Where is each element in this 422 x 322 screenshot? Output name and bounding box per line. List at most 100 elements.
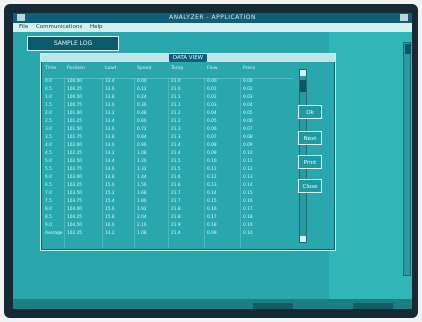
system-menu-icon[interactable] — [17, 14, 25, 21]
table-row[interactable]: 3.0 101.50 13.6 0.72 21.3 0.06 0.07 — [45, 126, 293, 134]
close-button[interactable]: Close — [298, 179, 322, 193]
table-row[interactable]: 6.0 103.00 14.8 1.44 21.6 0.12 0.13 — [45, 174, 293, 182]
table-cell: 0.01 — [207, 87, 217, 92]
table-cell: 13.4 — [105, 119, 115, 124]
table-row[interactable]: 2.5 101.25 13.4 0.60 21.2 0.05 0.06 — [45, 118, 293, 126]
table-cell: 2.04 — [137, 215, 147, 220]
table-cell: 0.10 — [207, 159, 217, 164]
table-cell: 16.0 — [105, 223, 115, 228]
table-cell: 0.02 — [243, 87, 253, 92]
table-cell: 1.0 — [45, 95, 52, 100]
menu-item-communications[interactable]: Communications — [36, 23, 82, 32]
table-row[interactable]: 9.0 104.50 16.0 2.16 21.9 0.18 0.19 — [45, 222, 293, 230]
table-cell: 6.5 — [45, 183, 52, 188]
column-header[interactable]: Flow — [207, 66, 218, 71]
table-cell: 0.08 — [243, 135, 253, 140]
table-row[interactable]: Average 102.25 14.2 1.08 21.4 0.09 0.10 — [45, 230, 293, 238]
table-row[interactable]: 8.5 104.25 15.8 2.04 21.8 0.17 0.18 — [45, 214, 293, 222]
table-row[interactable]: 4.0 102.00 14.0 0.96 21.4 0.08 0.09 — [45, 142, 293, 150]
table-cell: 0.84 — [137, 135, 147, 140]
table-row[interactable]: 6.5 103.25 15.0 1.56 21.6 0.13 0.14 — [45, 182, 293, 190]
table-row[interactable]: 4.5 102.25 14.2 1.08 21.4 0.09 0.10 — [45, 150, 293, 158]
table-cell: 12.4 — [105, 79, 115, 84]
table-cell: 21.4 — [171, 151, 181, 156]
table-cell: 100.50 — [67, 95, 83, 100]
table-cell: 1.08 — [137, 231, 147, 236]
table-cell: 1.56 — [137, 183, 147, 188]
print-button[interactable]: Print — [298, 155, 322, 169]
right-scrollbar[interactable] — [403, 42, 411, 276]
table-cell: 21.7 — [171, 191, 181, 196]
next-button[interactable]: Next — [298, 131, 322, 145]
subwindow-title: DATA VIEW — [168, 54, 208, 62]
column-header[interactable]: Position — [67, 66, 85, 71]
status-segment — [253, 303, 293, 309]
table-row[interactable]: 3.5 101.75 13.8 0.84 21.3 0.07 0.08 — [45, 134, 293, 142]
table-cell: 0.15 — [243, 191, 253, 196]
scroll-down-arrow-icon[interactable] — [300, 236, 306, 242]
table-cell: 7.5 — [45, 199, 52, 204]
table-cell: 15.0 — [105, 183, 115, 188]
table-cell: 0.03 — [207, 103, 217, 108]
window-titlebar: ANALYZER - APPLICATION — [13, 13, 412, 23]
scroll-up-arrow-icon[interactable] — [300, 70, 306, 76]
table-cell: 0.06 — [207, 127, 217, 132]
table-cell: 0.96 — [137, 143, 147, 148]
maximize-icon[interactable] — [400, 14, 408, 21]
table-cell: 7.0 — [45, 191, 52, 196]
table-cell: 0.08 — [207, 143, 217, 148]
table-row[interactable]: 5.5 102.75 14.6 1.32 21.5 0.11 0.12 — [45, 166, 293, 174]
table-row[interactable]: 0.0 100.00 12.4 0.00 21.0 0.00 0.00 — [45, 78, 293, 86]
table-cell: 104.00 — [67, 207, 83, 212]
column-header[interactable]: Speed — [137, 66, 151, 71]
table-cell: 104.50 — [67, 223, 83, 228]
table-cell: 100.25 — [67, 87, 83, 92]
table-cell: 13.8 — [105, 135, 115, 140]
table-cell: 0.05 — [243, 111, 253, 116]
table-cell: 0.19 — [243, 223, 253, 228]
column-header[interactable]: Time — [45, 66, 56, 71]
table-cell: 100.00 — [67, 79, 83, 84]
table-cell: 0.16 — [207, 207, 217, 212]
menu-item-file[interactable]: File — [19, 23, 28, 32]
table-cell: 21.5 — [171, 167, 181, 172]
column-header[interactable]: Load — [105, 66, 116, 71]
table-cell: 15.2 — [105, 191, 115, 196]
table-cell: 0.09 — [207, 151, 217, 156]
table-cell: 5.5 — [45, 167, 52, 172]
column-header[interactable]: Press — [243, 66, 255, 71]
table-cell: 0.10 — [243, 151, 253, 156]
table-cell: 14.2 — [105, 231, 115, 236]
table-cell: 21.8 — [171, 215, 181, 220]
table-cell: 8.0 — [45, 207, 52, 212]
table-cell: Average — [45, 231, 63, 236]
table-cell: 101.50 — [67, 127, 83, 132]
table-cell: 15.4 — [105, 199, 115, 204]
table-cell: 14.4 — [105, 159, 115, 164]
table-row[interactable]: 5.0 102.50 14.4 1.20 21.5 0.10 0.11 — [45, 158, 293, 166]
table-cell: 0.12 — [137, 87, 147, 92]
window-title: ANALYZER - APPLICATION — [169, 14, 256, 21]
table-cell: 102.25 — [67, 231, 83, 236]
table-cell: 102.25 — [67, 151, 83, 156]
right-panel — [329, 32, 412, 309]
table-cell: 13.0 — [105, 103, 115, 108]
table-cell: 14.6 — [105, 167, 115, 172]
table-cell: 2.16 — [137, 223, 147, 228]
column-header[interactable]: Temp — [171, 66, 183, 71]
ok-button[interactable]: Ok — [298, 105, 322, 119]
toolbar-label[interactable]: SAMPLE LOG — [27, 36, 119, 51]
table-cell: 21.1 — [171, 95, 181, 100]
table-row[interactable]: 2.0 101.00 13.2 0.48 21.2 0.04 0.05 — [45, 110, 293, 118]
table-cell: 8.5 — [45, 215, 52, 220]
table-row[interactable]: 0.5 100.25 12.6 0.12 21.0 0.01 0.02 — [45, 86, 293, 94]
table-scroll-thumb[interactable] — [300, 80, 306, 92]
table-cell: 21.4 — [171, 143, 181, 148]
table-row[interactable]: 1.5 100.75 13.0 0.36 21.1 0.03 0.04 — [45, 102, 293, 110]
table-row[interactable]: 8.0 104.00 15.6 1.92 21.8 0.16 0.17 — [45, 206, 293, 214]
table-row[interactable]: 7.0 103.50 15.2 1.68 21.7 0.14 0.15 — [45, 190, 293, 198]
right-scroll-thumb[interactable] — [405, 44, 411, 54]
table-row[interactable]: 7.5 103.75 15.4 1.80 21.7 0.15 0.16 — [45, 198, 293, 206]
table-row[interactable]: 1.0 100.50 12.8 0.24 21.1 0.02 0.03 — [45, 94, 293, 102]
menu-item-help[interactable]: Help — [90, 23, 103, 32]
